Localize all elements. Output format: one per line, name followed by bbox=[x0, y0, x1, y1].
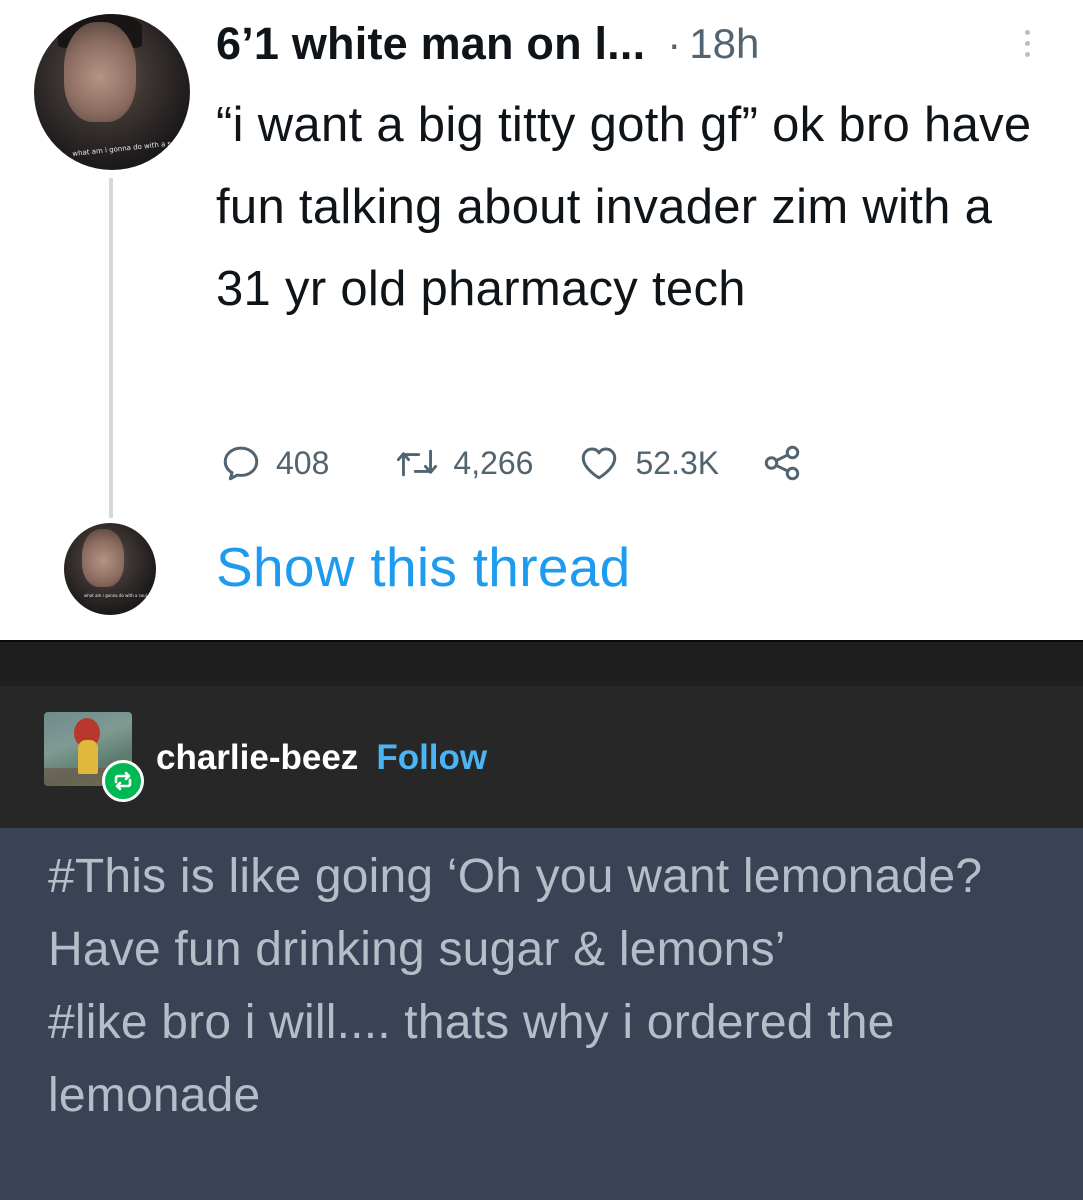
reply-count: 408 bbox=[276, 444, 330, 481]
thread-avatar[interactable]: what am i gonna do with a soul anyways? bbox=[64, 523, 156, 615]
tag-item[interactable]: #This is like going ‘Oh you want lemonad… bbox=[48, 840, 1048, 986]
heart-icon bbox=[582, 447, 617, 480]
author-avatar[interactable]: what am i gonna do with a soul anyways? bbox=[34, 14, 190, 170]
more-icon[interactable] bbox=[1020, 26, 1034, 66]
show-thread-link[interactable]: Show this thread bbox=[216, 535, 630, 599]
post-header: charlie-beez Follow bbox=[0, 686, 1083, 828]
post-tags: #This is like going ‘Oh you want lemonad… bbox=[0, 828, 1083, 1200]
separator-dot: · bbox=[667, 20, 682, 67]
thread-line bbox=[109, 178, 113, 518]
retweet-button[interactable]: 4,266 bbox=[395, 442, 533, 484]
tag-item[interactable]: #like bro i will.... thats why i ordered… bbox=[48, 986, 1048, 1132]
follow-button[interactable]: Follow bbox=[376, 738, 487, 778]
tweet-timestamp[interactable]: 18h bbox=[689, 20, 759, 68]
reply-icon bbox=[223, 446, 259, 481]
avatar-caption: what am i gonna do with a soul anyways? bbox=[72, 134, 190, 158]
reblog-icon bbox=[102, 760, 144, 802]
reply-button[interactable]: 408 bbox=[220, 442, 329, 484]
tweet-text: “i want a big titty goth gf” ok bro have… bbox=[216, 98, 1032, 316]
author-name[interactable]: 6’1 white man on l... bbox=[216, 18, 645, 70]
like-count: 52.3K bbox=[635, 444, 720, 481]
blog-username[interactable]: charlie-beez bbox=[156, 738, 358, 778]
retweet-count: 4,266 bbox=[453, 444, 534, 481]
avatar-caption: what am i gonna do with a soul anyways? bbox=[84, 593, 156, 598]
avatar-face bbox=[64, 22, 136, 122]
share-button[interactable] bbox=[759, 442, 805, 484]
share-icon bbox=[764, 445, 800, 481]
post-user: charlie-beez Follow bbox=[156, 738, 487, 778]
like-button[interactable]: 52.3K bbox=[577, 442, 719, 484]
tags-list: #This is like going ‘Oh you want lemonad… bbox=[48, 840, 1048, 1132]
separator-band bbox=[0, 640, 1083, 686]
tweet-card: what am i gonna do with a soul anyways? … bbox=[0, 0, 1083, 640]
avatar-face bbox=[82, 529, 124, 587]
tweet-actions: 408 4,266 52.3K bbox=[220, 440, 805, 486]
retweet-icon bbox=[397, 449, 438, 477]
tweet-header: 6’1 white man on l... · 18h bbox=[216, 14, 759, 74]
